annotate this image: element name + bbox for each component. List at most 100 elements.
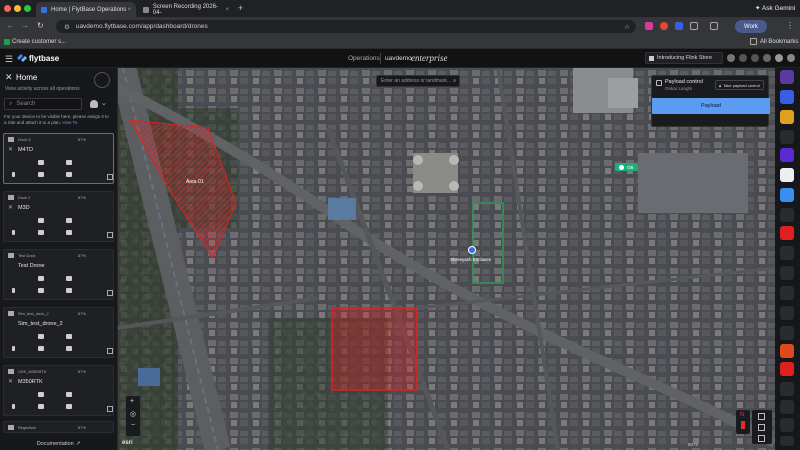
search-icon: ⌕ bbox=[9, 100, 13, 107]
close-tab-icon[interactable]: × bbox=[225, 7, 229, 13]
grid-app-icon[interactable] bbox=[780, 436, 794, 446]
grid-app-icon[interactable] bbox=[780, 326, 794, 340]
take-payload-control-button[interactable]: 🔒︎ Take payload control bbox=[715, 80, 764, 90]
drone-card[interactable]: Sim_test_dock_2 87% Sim_test_drone_2 bbox=[3, 307, 114, 358]
location-pin-icon[interactable] bbox=[468, 246, 476, 254]
compass[interactable]: N bbox=[736, 410, 750, 434]
tab-home[interactable]: Home | FlytBase Operations × bbox=[36, 2, 136, 17]
url-text: uavdemo.flytbase.com/app/dashboard/drone… bbox=[75, 23, 208, 30]
grid-app-icon[interactable] bbox=[780, 286, 794, 300]
expand-icon[interactable] bbox=[107, 348, 113, 354]
fullscreen-icon[interactable] bbox=[758, 424, 765, 431]
grid-app-icon[interactable] bbox=[780, 246, 794, 260]
flame-app-icon[interactable] bbox=[780, 344, 794, 358]
arrow-app-icon[interactable] bbox=[780, 90, 794, 104]
reload-icon[interactable]: ↻ bbox=[37, 21, 44, 30]
locate-icon[interactable]: ◎ bbox=[130, 410, 136, 418]
settings-icon[interactable] bbox=[758, 435, 765, 442]
satellite-map[interactable]: Area 01 Shreeyash Enclaves OB Enter an a… bbox=[118, 68, 775, 450]
zoom-out-icon[interactable]: − bbox=[131, 422, 135, 429]
browser-toolbar: ← → ↻ ⚙ uavdemo.flytbase.com/app/dashboa… bbox=[0, 17, 800, 36]
add-user-button[interactable] bbox=[94, 72, 110, 88]
circle-app-icon[interactable] bbox=[780, 148, 794, 162]
close-panel-icon[interactable]: ✕ bbox=[5, 72, 13, 83]
expand-icon[interactable] bbox=[107, 406, 113, 412]
hamburger-menu-icon[interactable]: ☰ bbox=[5, 54, 13, 65]
back-icon[interactable]: ← bbox=[6, 21, 14, 30]
expand-icon[interactable] bbox=[107, 290, 113, 296]
profile-button[interactable]: Work bbox=[735, 20, 767, 33]
account-icon[interactable] bbox=[787, 54, 795, 62]
drone-card[interactable]: Test Dock 87% Test Drone bbox=[3, 249, 114, 300]
chevron-down-icon[interactable]: ⌄ bbox=[101, 99, 107, 107]
extension-icon[interactable] bbox=[675, 22, 683, 30]
integration-icon[interactable] bbox=[780, 130, 794, 144]
user-avatar[interactable] bbox=[775, 54, 783, 62]
grid-app-icon[interactable] bbox=[780, 400, 794, 414]
hexagon-app-icon[interactable] bbox=[780, 110, 794, 124]
new-tab-button[interactable]: + bbox=[238, 3, 243, 13]
zoom-in-icon[interactable]: + bbox=[130, 398, 134, 405]
home-icon bbox=[66, 334, 72, 339]
forward-icon[interactable]: → bbox=[21, 21, 29, 30]
dock-name: Test Dock bbox=[18, 253, 36, 258]
extensions-puzzle-icon[interactable] bbox=[690, 22, 698, 30]
how-to-link[interactable]: How To bbox=[62, 120, 77, 125]
expand-icon[interactable] bbox=[107, 174, 113, 180]
weather-cloud-icon bbox=[38, 160, 44, 165]
extension-icon[interactable] bbox=[660, 22, 668, 30]
wind-icon bbox=[38, 346, 44, 351]
diamond-app-icon[interactable] bbox=[780, 188, 794, 202]
drone-card[interactable]: VDS_M350RTK 87% ✕ M350RTK bbox=[3, 365, 114, 416]
store-icon bbox=[649, 55, 654, 61]
org-name[interactable]: uavdemo bbox=[385, 55, 412, 62]
dock-name: Dock 2 bbox=[18, 195, 31, 200]
nav-operations[interactable]: Operations bbox=[348, 55, 380, 62]
payload-button[interactable]: Payload bbox=[652, 98, 770, 114]
record-app-icon[interactable] bbox=[780, 362, 794, 376]
cast-icon[interactable] bbox=[710, 22, 718, 30]
dock-name: VDS_M350RTK bbox=[18, 369, 47, 374]
help-icon[interactable] bbox=[727, 54, 735, 62]
grid-app-icon[interactable] bbox=[780, 266, 794, 280]
documentation-link[interactable]: Documentation ↗ bbox=[0, 438, 117, 450]
grid-app-icon[interactable] bbox=[780, 418, 794, 432]
site-info-icon[interactable]: ⚙ bbox=[64, 23, 70, 31]
drone-card[interactable]: Dock 3 87% ✕ M4TD bbox=[3, 133, 114, 184]
close-window-icon[interactable] bbox=[4, 5, 11, 12]
bookmark-item[interactable]: Create customer s... bbox=[12, 39, 66, 45]
grid-app-icon[interactable] bbox=[780, 306, 794, 320]
drone-card[interactable]: Dock 2 87% ✕ M3D bbox=[3, 191, 114, 242]
bookmark-star-icon[interactable]: ☆ bbox=[624, 23, 630, 31]
tab-screen-recording[interactable]: Screen Recording 2026-04- × bbox=[138, 2, 234, 17]
documentation-label: Documentation bbox=[36, 441, 74, 447]
flag-app-icon[interactable] bbox=[780, 226, 794, 240]
site-marker[interactable]: OB bbox=[615, 163, 638, 171]
layers-icon[interactable] bbox=[758, 413, 765, 420]
purple-app-icon[interactable] bbox=[780, 70, 794, 84]
search-input[interactable]: ⌕ Search bbox=[4, 98, 82, 110]
announcement-banner[interactable]: Introducing Flink Store bbox=[645, 52, 723, 64]
ask-gemini-button[interactable]: ✦ Ask Gemini bbox=[755, 4, 795, 12]
filter-person-icon[interactable] bbox=[90, 100, 98, 108]
menu-kebab-icon[interactable]: ⋮ bbox=[786, 21, 794, 30]
extension-icon[interactable] bbox=[645, 22, 653, 30]
map-search-input[interactable]: Enter an address or landmark... ⌕ bbox=[376, 75, 460, 87]
drone-card[interactable]: Regis/test 87% bbox=[3, 421, 114, 433]
minimize-window-icon[interactable] bbox=[14, 5, 21, 12]
maximize-window-icon[interactable] bbox=[24, 5, 31, 12]
settings-gear-icon[interactable] bbox=[751, 54, 759, 62]
signal-icon bbox=[66, 404, 72, 409]
grid-app-icon[interactable] bbox=[780, 208, 794, 222]
address-bar[interactable]: ⚙ uavdemo.flytbase.com/app/dashboard/dro… bbox=[56, 20, 636, 33]
search-icon[interactable]: ⌕ bbox=[453, 78, 456, 84]
apps-grid-icon[interactable] bbox=[763, 54, 771, 62]
flytbase-logo-icon bbox=[17, 54, 27, 62]
map-attribution: esri bbox=[122, 440, 133, 446]
notifications-icon[interactable] bbox=[739, 54, 747, 62]
close-tab-icon[interactable]: × bbox=[127, 7, 131, 13]
badge-app-icon[interactable] bbox=[780, 168, 794, 182]
grid-app-icon[interactable] bbox=[780, 382, 794, 396]
all-bookmarks-link[interactable]: All Bookmarks bbox=[760, 39, 798, 45]
expand-icon[interactable] bbox=[107, 232, 113, 238]
